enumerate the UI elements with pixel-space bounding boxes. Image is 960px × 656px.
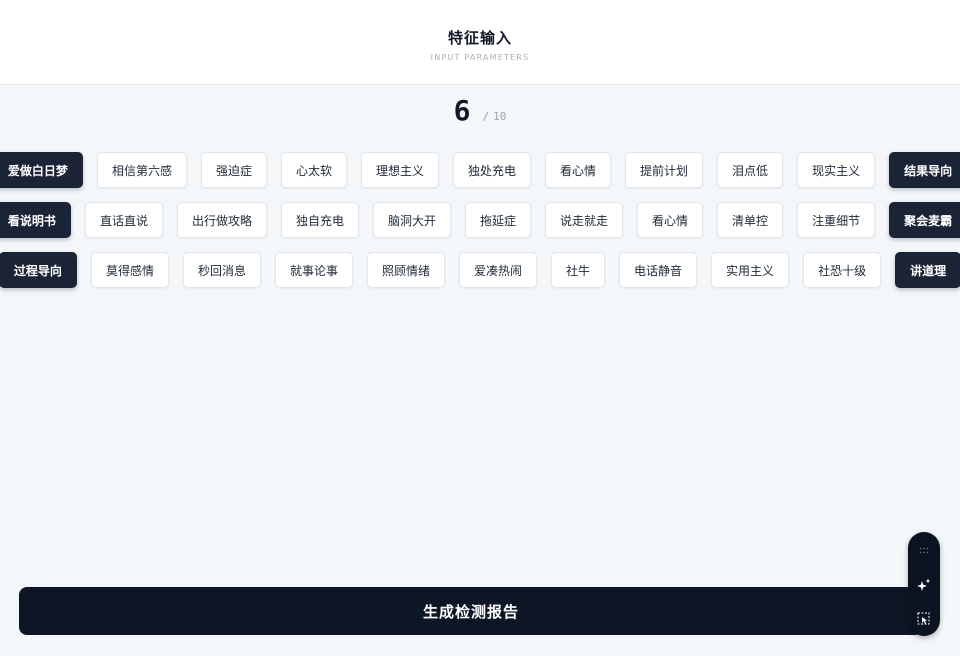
trait-chip-selected[interactable]: 讲道理 — [895, 252, 960, 288]
trait-chip[interactable]: 直话直说 — [84, 202, 163, 238]
trait-chip[interactable]: 心太软 — [280, 152, 347, 188]
trait-chip[interactable]: 强迫症 — [200, 152, 267, 188]
trait-chip[interactable]: 秒回消息 — [182, 252, 261, 288]
floating-toolbar — [908, 532, 940, 636]
counter-separator: / — [482, 110, 490, 123]
select-pointer-icon[interactable] — [908, 607, 940, 631]
header: 特征输入 INPUT PARAMETERS — [0, 0, 960, 85]
trait-chip[interactable]: 泪点低 — [717, 152, 784, 188]
max-count: 10 — [493, 110, 507, 123]
trait-chip[interactable]: 出行做攻略 — [176, 202, 267, 238]
trait-chip[interactable]: 电话静音 — [619, 252, 698, 288]
trait-chip[interactable]: 社恐十级 — [803, 252, 882, 288]
chip-row: 过程导向 莫得感情 秒回消息 就事论事 照顾情绪 爱凑热闹 社牛 电话静音 实用主义 社恐十级 讲道… — [0, 252, 960, 290]
trait-chip[interactable]: 拖延症 — [465, 202, 532, 238]
trait-chip[interactable]: 独自充电 — [280, 202, 359, 238]
grip-icon[interactable] — [908, 539, 940, 563]
selection-counter: 6 /10 — [0, 94, 960, 127]
trait-chip[interactable]: 理想主义 — [360, 152, 439, 188]
page-title: 特征输入 — [447, 29, 512, 47]
trait-chip-selected[interactable]: 过程导向 — [0, 252, 77, 288]
chip-row: 爱做白日梦 相信第六感 强迫症 心太软 理想主义 独处充电 看心情 提前计划 泪点低 现实主义 结果… — [0, 152, 960, 190]
trait-chip[interactable]: 说走就走 — [545, 202, 624, 238]
sparkle-icon[interactable] — [908, 573, 940, 597]
trait-chip[interactable]: 就事论事 — [274, 252, 353, 288]
trait-chip-selected[interactable]: 看说明书 — [0, 202, 71, 238]
selected-count: 6 — [453, 94, 471, 127]
trait-chip-selected[interactable]: 结果导向 — [889, 152, 960, 188]
trait-chip[interactable]: 照顾情绪 — [366, 252, 445, 288]
trait-chip[interactable]: 注重细节 — [797, 202, 876, 238]
trait-chip[interactable]: 看心情 — [545, 152, 612, 188]
generate-report-label: 生成检测报告 — [422, 602, 519, 621]
trait-chip[interactable]: 提前计划 — [625, 152, 704, 188]
trait-chip-selected[interactable]: 爱做白日梦 — [0, 152, 83, 188]
trait-chip[interactable]: 实用主义 — [711, 252, 790, 288]
trait-chip[interactable]: 看心情 — [637, 202, 704, 238]
trait-chip[interactable]: 社牛 — [551, 252, 606, 288]
page-subtitle: INPUT PARAMETERS — [430, 53, 530, 62]
trait-chip-selected[interactable]: 聚会麦霸 — [889, 202, 960, 238]
generate-report-button[interactable]: 生成检测报告 — [19, 587, 923, 635]
trait-chip[interactable]: 清单控 — [717, 202, 784, 238]
trait-chip[interactable]: 莫得感情 — [90, 252, 169, 288]
trait-chip[interactable]: 相信第六感 — [96, 152, 187, 188]
trait-chip[interactable]: 脑洞大开 — [372, 202, 451, 238]
trait-chip[interactable]: 独处充电 — [453, 152, 532, 188]
trait-chip[interactable]: 爱凑热闹 — [459, 252, 538, 288]
trait-chip[interactable]: 现实主义 — [797, 152, 876, 188]
chip-row: 看说明书 直话直说 出行做攻略 独自充电 脑洞大开 拖延症 说走就走 看心情 清单控 注重细节 聚会… — [0, 202, 960, 240]
